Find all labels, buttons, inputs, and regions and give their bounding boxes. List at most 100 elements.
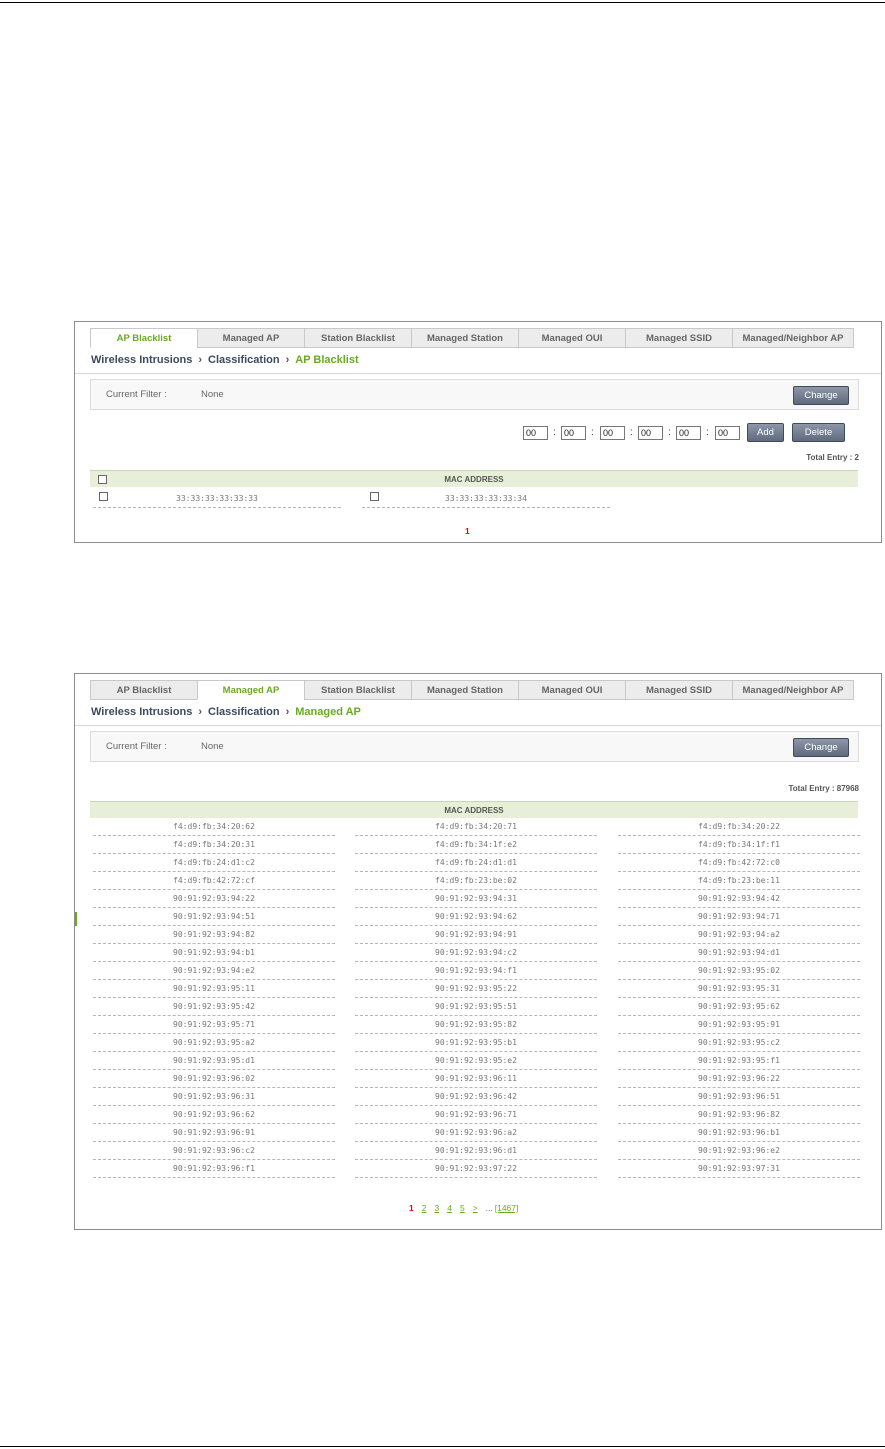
table-cell: 90:91:92:93:94:e2 xyxy=(93,962,335,980)
breadcrumb-current: Managed AP xyxy=(295,706,361,718)
total-entry: Total Entry : 87968 xyxy=(788,784,859,793)
ap-blacklist-panel: AP Blacklist Managed AP Station Blacklis… xyxy=(74,321,882,543)
divider xyxy=(75,725,881,726)
table-cell: 90:91:92:93:94:a2 xyxy=(618,926,860,944)
tab-managed-ap[interactable]: Managed AP xyxy=(197,680,305,700)
table-cell: 90:91:92:93:95:b1 xyxy=(355,1034,597,1052)
table-cell: 90:91:92:93:97:31 xyxy=(618,1160,860,1178)
page-link-current[interactable]: 1 xyxy=(409,1203,414,1213)
mac-octet-3-input[interactable]: 00 xyxy=(600,426,625,440)
table-cell: f4:d9:fb:34:20:22 xyxy=(618,818,860,836)
change-filter-button[interactable]: Change xyxy=(793,738,849,757)
table-cell: 90:91:92:93:95:a2 xyxy=(93,1034,335,1052)
page-link[interactable]: 3 xyxy=(434,1203,439,1213)
page-link[interactable]: 2 xyxy=(422,1203,427,1213)
table-cell: 90:91:92:93:95:42 xyxy=(93,998,335,1016)
table-cell: f4:d9:fb:23:be:11 xyxy=(618,872,860,890)
table-cell: f4:d9:fb:24:d1:d1 xyxy=(355,854,597,872)
table-cell: 33:33:33:33:33:34 xyxy=(362,490,610,508)
tab-managed-ssid[interactable]: Managed SSID xyxy=(625,680,733,700)
table-cell: 90:91:92:93:94:22 xyxy=(93,890,335,908)
page-link[interactable]: 4 xyxy=(447,1203,452,1213)
filter-value: None xyxy=(201,389,224,400)
table-cell: 90:91:92:93:95:e2 xyxy=(355,1052,597,1070)
tab-managed-neighbor-ap[interactable]: Managed/Neighbor AP xyxy=(732,680,854,700)
add-button[interactable]: Add xyxy=(747,423,784,442)
table-cell: f4:d9:fb:34:20:62 xyxy=(93,818,335,836)
table-header: MAC ADDRESS xyxy=(90,801,858,818)
colon: : xyxy=(553,427,556,438)
chevron-right-icon: › xyxy=(198,354,203,366)
table-cell: 90:91:92:93:95:31 xyxy=(618,980,860,998)
pagination: 1 2 3 4 5 >... [1467] xyxy=(409,1203,526,1213)
breadcrumb-classification[interactable]: Classification xyxy=(208,706,280,718)
tab-managed-oui[interactable]: Managed OUI xyxy=(518,680,626,700)
table-cell: 90:91:92:93:96:b1 xyxy=(618,1124,860,1142)
table-cell: 90:91:92:93:96:11 xyxy=(355,1070,597,1088)
table-cell: 90:91:92:93:94:42 xyxy=(618,890,860,908)
tab-ap-blacklist[interactable]: AP Blacklist xyxy=(90,680,198,700)
table-cell: 90:91:92:93:94:b1 xyxy=(93,944,335,962)
mac-octet-6-input[interactable]: 00 xyxy=(715,426,740,440)
side-marker xyxy=(75,912,77,926)
table-cell: 90:91:92:93:95:c2 xyxy=(618,1034,860,1052)
table-cell: f4:d9:fb:34:1f:e2 xyxy=(355,836,597,854)
table-cell: 90:91:92:93:94:c2 xyxy=(355,944,597,962)
breadcrumb-wireless-intrusions[interactable]: Wireless Intrusions xyxy=(91,354,192,366)
table-cell: 90:91:92:93:95:91 xyxy=(618,1016,860,1034)
breadcrumb-wireless-intrusions[interactable]: Wireless Intrusions xyxy=(91,706,192,718)
tab-bar: AP Blacklist Managed AP Station Blacklis… xyxy=(90,680,854,700)
table-cell: f4:d9:fb:34:1f:f1 xyxy=(618,836,860,854)
table-cell: 90:91:92:93:94:91 xyxy=(355,926,597,944)
next-page-link[interactable]: > xyxy=(473,1203,478,1213)
mac-address-header: MAC ADDRESS xyxy=(444,475,504,484)
tab-managed-neighbor-ap[interactable]: Managed/Neighbor AP xyxy=(732,328,854,348)
filter-box: Current Filter : None Change xyxy=(90,731,859,762)
page-link[interactable]: 5 xyxy=(460,1203,465,1213)
mac-octet-4-input[interactable]: 00 xyxy=(638,426,663,440)
table-cell: f4:d9:fb:24:d1:c2 xyxy=(93,854,335,872)
mac-octet-5-input[interactable]: 00 xyxy=(676,426,701,440)
breadcrumb-classification[interactable]: Classification xyxy=(208,354,280,366)
table-cell: 90:91:92:93:96:62 xyxy=(93,1106,335,1124)
chevron-right-icon: › xyxy=(198,706,203,718)
table-cell: 90:91:92:93:94:d1 xyxy=(618,944,860,962)
tab-managed-station[interactable]: Managed Station xyxy=(411,328,519,348)
table-cell: 90:91:92:93:96:71 xyxy=(355,1106,597,1124)
colon: : xyxy=(591,427,594,438)
table-cell: f4:d9:fb:34:20:71 xyxy=(355,818,597,836)
tab-managed-station[interactable]: Managed Station xyxy=(411,680,519,700)
table-cell: f4:d9:fb:42:72:cf xyxy=(93,872,335,890)
mac-octet-1-input[interactable]: 00 xyxy=(523,426,548,440)
change-filter-button[interactable]: Change xyxy=(793,386,849,405)
tab-managed-ssid[interactable]: Managed SSID xyxy=(625,328,733,348)
divider xyxy=(75,373,881,374)
colon: : xyxy=(630,427,633,438)
filter-box: Current Filter : None Change xyxy=(90,379,859,410)
total-entry: Total Entry : 2 xyxy=(806,453,859,462)
colon: : xyxy=(668,427,671,438)
table-cell: 90:91:92:93:94:51 xyxy=(93,908,335,926)
breadcrumb-current: AP Blacklist xyxy=(295,354,359,366)
tab-ap-blacklist[interactable]: AP Blacklist xyxy=(90,328,198,348)
tab-station-blacklist[interactable]: Station Blacklist xyxy=(304,680,412,700)
delete-button[interactable]: Delete xyxy=(792,423,845,442)
table-cell: 90:91:92:93:94:71 xyxy=(618,908,860,926)
last-page-link[interactable]: [1467] xyxy=(495,1203,519,1213)
mac-octet-2-input[interactable]: 00 xyxy=(561,426,586,440)
table-cell: 90:91:92:93:96:31 xyxy=(93,1088,335,1106)
table-cell: f4:d9:fb:23:be:02 xyxy=(355,872,597,890)
filter-label: Current Filter : xyxy=(106,741,167,752)
table-cell: f4:d9:fb:34:20:31 xyxy=(93,836,335,854)
table-cell: 90:91:92:93:95:62 xyxy=(618,998,860,1016)
table-cell: 90:91:92:93:95:82 xyxy=(355,1016,597,1034)
table-cell: 90:91:92:93:96:f1 xyxy=(93,1160,335,1178)
table-cell: 90:91:92:93:95:71 xyxy=(93,1016,335,1034)
page-link-current[interactable]: 1 xyxy=(465,526,470,536)
tab-station-blacklist[interactable]: Station Blacklist xyxy=(304,328,412,348)
tab-managed-oui[interactable]: Managed OUI xyxy=(518,328,626,348)
table-cell: 90:91:92:93:97:22 xyxy=(355,1160,597,1178)
table-cell: 90:91:92:93:95:f1 xyxy=(618,1052,860,1070)
tab-managed-ap[interactable]: Managed AP xyxy=(197,328,305,348)
table-cell: 90:91:92:93:96:82 xyxy=(618,1106,860,1124)
